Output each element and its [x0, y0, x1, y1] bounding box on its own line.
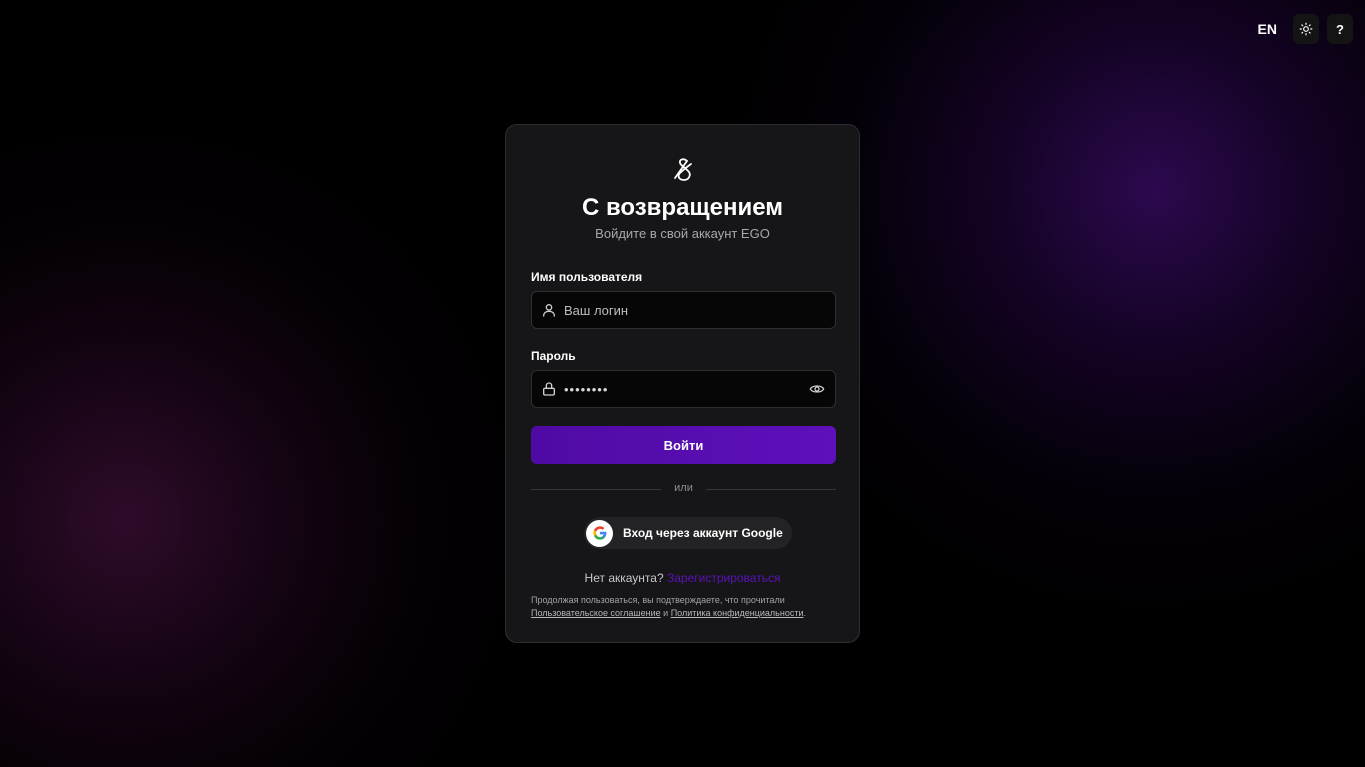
top-bar: EN ? [1252, 14, 1353, 44]
username-field[interactable] [531, 291, 836, 329]
divider-text: или [674, 482, 693, 494]
page-subtitle: Войдите в свой аккаунт EGO [595, 226, 770, 241]
signup-link[interactable]: Зарегистрироваться [667, 571, 780, 585]
page-title: С возвращением [581, 194, 784, 221]
login-card: С возвращением Войдите в свой аккаунт EG… [505, 124, 860, 643]
terms-link[interactable]: Пользовательское соглашение [531, 608, 661, 618]
user-icon [543, 304, 555, 317]
legal-conjunction: и [663, 608, 669, 618]
or-divider: или [531, 482, 836, 496]
google-login-label: Вход через аккаунт Google [623, 526, 783, 540]
privacy-link[interactable]: Политика конфиденциальности [671, 608, 804, 618]
eye-icon[interactable] [809, 381, 825, 397]
google-login-button[interactable]: Вход через аккаунт Google [584, 517, 792, 549]
sun-icon [1299, 22, 1313, 36]
legal-prefix: Продолжая пользоваться, вы подтверждаете… [531, 595, 785, 605]
lock-icon [543, 382, 555, 396]
login-submit-button[interactable]: Войти [531, 426, 836, 464]
google-icon [586, 519, 613, 547]
username-input[interactable] [564, 292, 794, 328]
ego-logo-icon [674, 158, 692, 181]
help-button[interactable]: ? [1327, 14, 1353, 44]
theme-toggle-button[interactable] [1293, 14, 1319, 44]
signup-prompt: Нет аккаунта? [584, 571, 664, 585]
username-label: Имя пользователя [531, 270, 643, 284]
legal-suffix: . [803, 608, 806, 618]
language-toggle-button[interactable]: EN [1252, 15, 1283, 43]
divider-line-right [706, 489, 836, 490]
signup-row: Нет аккаунта? Зарегистрироваться [506, 571, 859, 585]
legal-notice: Продолжая пользоваться, вы подтверждаете… [531, 594, 841, 620]
password-field[interactable] [531, 370, 836, 408]
password-label: Пароль [531, 349, 576, 363]
password-input[interactable] [564, 371, 794, 407]
